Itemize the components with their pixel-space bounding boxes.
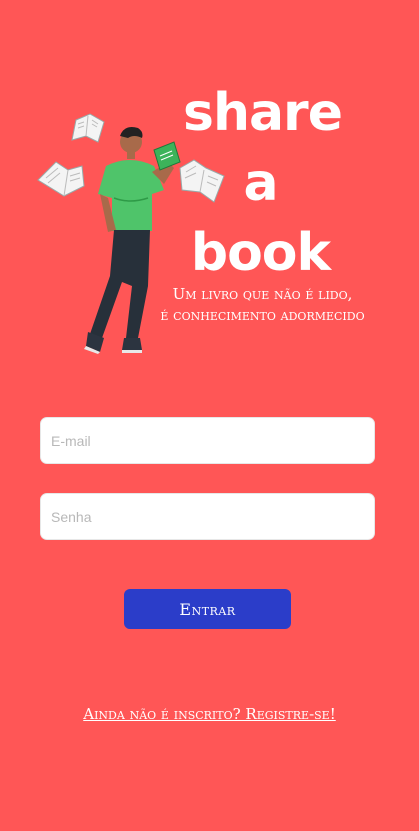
tagline: Um livro que não é lido, é conhecimento … (145, 284, 380, 326)
brand-word-a: a (243, 153, 278, 213)
login-button[interactable]: Entrar (124, 589, 291, 629)
password-input[interactable] (40, 493, 375, 540)
book-icon (37, 161, 85, 197)
register-link[interactable]: Ainda não é inscrito? Registre-se! (0, 705, 419, 723)
tagline-line-1: Um livro que não é lido, (172, 285, 353, 303)
email-input[interactable] (40, 417, 375, 464)
book-icon (71, 113, 105, 143)
brand-word-share: share (183, 83, 343, 143)
brand-word-book: book (190, 223, 331, 283)
tagline-line-2: é conhecimento adormecido (160, 306, 365, 324)
login-screen: share a book Um livro que não é lido, é … (0, 0, 419, 831)
app-logo: share a book (183, 78, 343, 288)
